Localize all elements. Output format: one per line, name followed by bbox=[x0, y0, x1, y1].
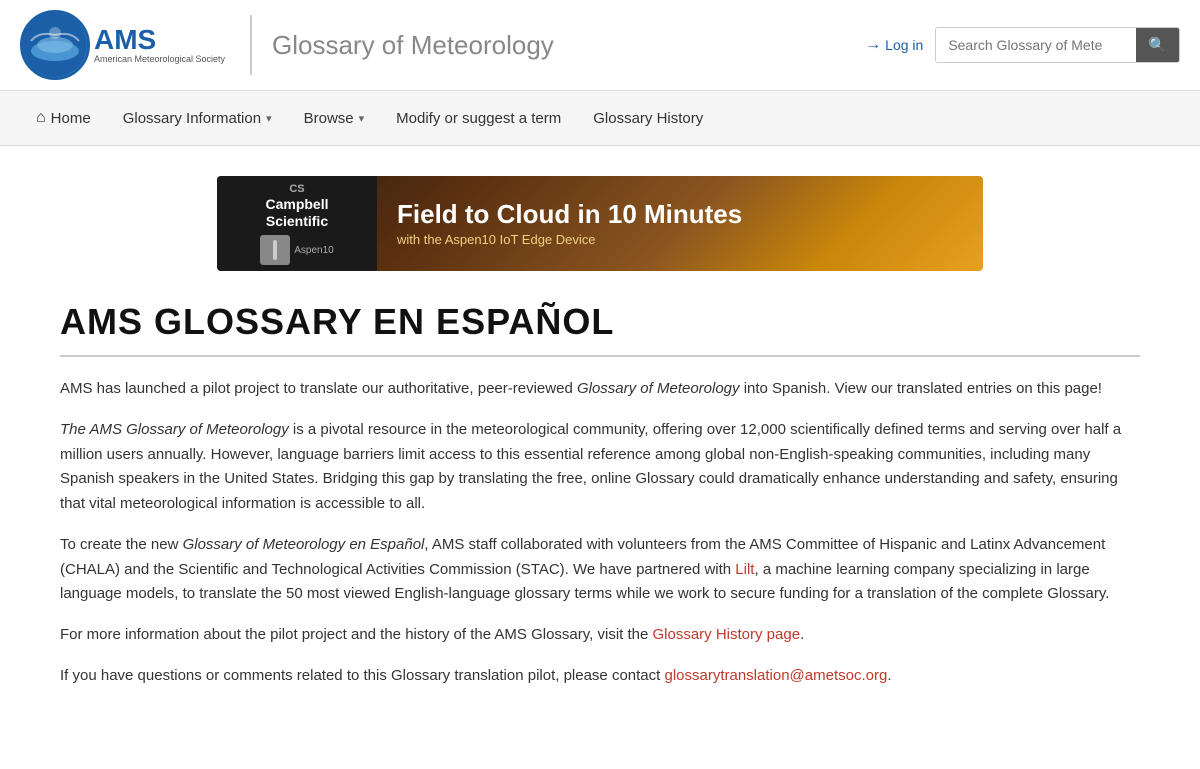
browse-dropdown-icon: ▾ bbox=[359, 112, 365, 125]
home-icon: ⌂ bbox=[36, 109, 46, 127]
nav-browse-label: Browse bbox=[304, 110, 354, 127]
paragraph-3: To create the new Glossary of Meteorolog… bbox=[60, 533, 1140, 607]
lilt-link[interactable]: Lilt bbox=[735, 561, 754, 578]
site-title: Glossary of Meteorology bbox=[272, 30, 865, 61]
paragraph-5: If you have questions or comments relate… bbox=[60, 664, 1140, 689]
login-icon: → bbox=[865, 36, 881, 54]
para5-text-b: . bbox=[887, 667, 891, 684]
ams-abbreviation: AMS bbox=[94, 26, 225, 54]
ad-banner[interactable]: CS CampbellScientific Aspen10 Field to C… bbox=[217, 176, 983, 271]
ad-subtext: with the Aspen10 IoT Edge Device bbox=[397, 232, 963, 247]
header-right: → Log in 🔍 bbox=[865, 27, 1180, 63]
nav-glossary-info[interactable]: Glossary Information ▾ bbox=[107, 92, 288, 145]
para1-text-b: into Spanish. View our translated entrie… bbox=[740, 380, 1102, 397]
title-divider bbox=[60, 355, 1140, 357]
search-button[interactable]: 🔍 bbox=[1136, 28, 1179, 62]
para4-text-b: . bbox=[800, 626, 804, 643]
search-container: 🔍 bbox=[935, 27, 1180, 63]
login-link[interactable]: → Log in bbox=[865, 36, 923, 54]
para3-text-a: To create the new bbox=[60, 536, 183, 553]
para3-italic: Glossary of Meteorology en Español bbox=[183, 536, 425, 553]
para1-text-a: AMS has launched a pilot project to tran… bbox=[60, 380, 577, 397]
ams-full-name: American Meteorological Society bbox=[94, 54, 225, 65]
paragraph-4: For more information about the pilot pro… bbox=[60, 623, 1140, 648]
nav-history[interactable]: Glossary History bbox=[577, 92, 719, 145]
ad-logo: CS CampbellScientific bbox=[265, 182, 328, 230]
para5-text-a: If you have questions or comments relate… bbox=[60, 667, 664, 684]
paragraph-1: AMS has launched a pilot project to tran… bbox=[60, 377, 1140, 402]
para1-italic: Glossary of Meteorology bbox=[577, 380, 740, 397]
email-link[interactable]: glossarytranslation@ametsoc.org bbox=[664, 667, 887, 684]
nav-home[interactable]: ⌂ Home bbox=[20, 91, 107, 145]
main-content: CS CampbellScientific Aspen10 Field to C… bbox=[30, 146, 1170, 725]
para2-italic: Glossary of Meteorology bbox=[126, 421, 289, 438]
ad-cs-label: CS bbox=[265, 182, 328, 196]
search-input[interactable] bbox=[936, 29, 1136, 61]
header-divider bbox=[250, 15, 252, 75]
navbar: ⌂ Home Glossary Information ▾ Browse ▾ M… bbox=[0, 91, 1200, 146]
logo-area: AMS American Meteorological Society bbox=[20, 10, 230, 80]
nav-history-label: Glossary History bbox=[593, 110, 703, 127]
logo-text: AMS American Meteorological Society bbox=[94, 26, 225, 65]
paragraph-2: The AMS Glossary of Meteorology is a piv… bbox=[60, 418, 1140, 517]
ad-headline: Field to Cloud in 10 Minutes bbox=[397, 200, 963, 229]
nav-modify-label: Modify or suggest a term bbox=[396, 110, 561, 127]
nav-modify[interactable]: Modify or suggest a term bbox=[380, 92, 577, 145]
para2-text-a: The AMS bbox=[60, 421, 126, 438]
page-title: AMS GLOSSARY EN ESPAÑOL bbox=[60, 301, 1140, 343]
glossary-info-dropdown-icon: ▾ bbox=[266, 112, 272, 125]
nav-browse[interactable]: Browse ▾ bbox=[288, 92, 381, 145]
nav-home-label: Home bbox=[51, 110, 91, 127]
para2-prefix: The AMS Glossary of Meteorology bbox=[60, 421, 289, 438]
para4-text-a: For more information about the pilot pro… bbox=[60, 626, 653, 643]
login-label: Log in bbox=[885, 37, 923, 53]
ams-logo bbox=[20, 10, 90, 80]
ad-brand: CS CampbellScientific Aspen10 bbox=[217, 176, 377, 271]
ad-content: Field to Cloud in 10 Minutes with the As… bbox=[377, 190, 983, 258]
nav-glossary-info-label: Glossary Information bbox=[123, 110, 261, 127]
glossary-history-link[interactable]: Glossary History page bbox=[653, 626, 801, 643]
header: AMS American Meteorological Society Glos… bbox=[0, 0, 1200, 91]
